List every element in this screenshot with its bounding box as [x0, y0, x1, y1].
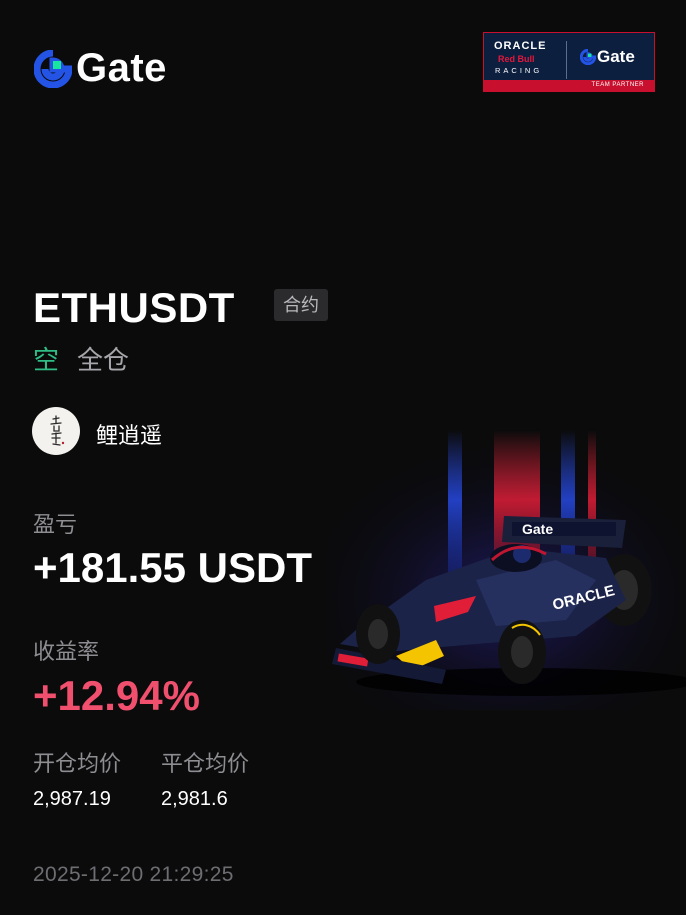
- pnl-value: +181.55 USDT: [33, 544, 312, 591]
- badge-gate-text: Gate: [597, 47, 635, 66]
- roi-value: +12.94%: [33, 672, 200, 719]
- open-price-label: 开仓均价: [33, 751, 122, 776]
- badge-footer: TEAM PARTNER: [484, 80, 654, 91]
- roi-label: 收益率: [33, 639, 100, 664]
- avatar: [32, 407, 80, 455]
- calligraphy-avatar-icon: [50, 415, 65, 446]
- share-card: Gate ORACLE Red Bull RACING Gate TEAM PA…: [0, 0, 686, 915]
- oracle-wordmark: ORACLE: [494, 40, 547, 52]
- racing-car-illustration: Gate ORACLE: [326, 430, 686, 710]
- badge-gate-logo: Gate: [580, 47, 635, 67]
- contract-tag: 合约: [274, 289, 328, 321]
- badge-divider: [566, 41, 567, 79]
- gate-logo: Gate: [34, 46, 167, 91]
- redbull-wordmark: Red Bull: [498, 54, 535, 64]
- team-partner-badge: ORACLE Red Bull RACING Gate TEAM PARTNER: [483, 32, 655, 92]
- racing-wordmark: RACING: [495, 66, 543, 75]
- margin-mode: 全仓: [77, 345, 130, 375]
- gate-logo-icon: [34, 49, 72, 88]
- gate-logo-icon: [580, 49, 596, 65]
- close-price-label: 平仓均价: [161, 751, 250, 776]
- position-side: 空: [33, 345, 60, 375]
- timestamp: 2025-12-20 21:29:25: [33, 863, 234, 886]
- close-price-value: 2,981.6: [161, 788, 228, 810]
- username: 鲤逍遥: [96, 423, 163, 448]
- open-price-value: 2,987.19: [33, 788, 111, 810]
- trading-pair: ETHUSDT: [33, 284, 235, 331]
- gate-logo-text: Gate: [76, 46, 167, 90]
- svg-text:Gate: Gate: [522, 521, 553, 537]
- pnl-label: 盈亏: [33, 512, 78, 537]
